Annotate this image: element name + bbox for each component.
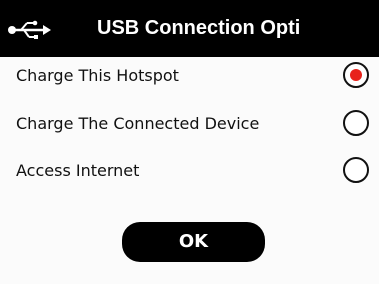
option-label: Charge The Connected Device bbox=[16, 114, 260, 133]
radio-button[interactable] bbox=[343, 110, 369, 136]
title-bar: USB Connection Opti bbox=[0, 0, 379, 57]
ok-button[interactable]: OK bbox=[122, 222, 265, 262]
usb-connection-dialog: USB Connection Opti Charge This Hotspot … bbox=[0, 0, 379, 284]
page-title: USB Connection Opti bbox=[97, 17, 301, 39]
option-access-internet[interactable]: Access Internet bbox=[0, 149, 379, 193]
option-charge-this-hotspot[interactable]: Charge This Hotspot bbox=[0, 54, 379, 98]
option-label: Charge This Hotspot bbox=[16, 66, 179, 85]
radio-selected-dot bbox=[350, 69, 362, 81]
option-label: Access Internet bbox=[16, 161, 140, 180]
usb-icon bbox=[8, 20, 51, 39]
radio-button[interactable] bbox=[343, 157, 369, 183]
option-charge-connected-device[interactable]: Charge The Connected Device bbox=[0, 102, 379, 146]
radio-button[interactable] bbox=[343, 62, 369, 88]
